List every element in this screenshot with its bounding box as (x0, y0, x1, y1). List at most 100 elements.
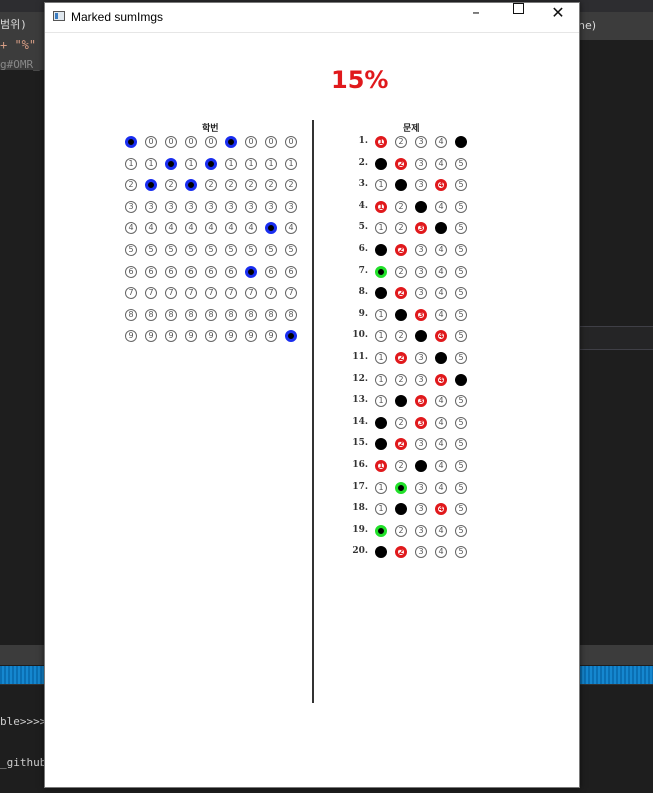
id-bubble: 9 (205, 330, 217, 343)
answer-bubble: 4 (435, 395, 447, 408)
question-number: 3. (358, 179, 368, 190)
answer-bubble-marked (395, 179, 407, 192)
id-bubble: 5 (145, 244, 157, 256)
question-number: 12. (352, 373, 368, 384)
answer-bubble: 5 (455, 200, 467, 213)
id-bubble: 8 (245, 308, 257, 321)
answer-bubble: 3 (415, 373, 427, 386)
answer-bubble: 5 (455, 524, 467, 537)
answer-bubble: 1 (375, 395, 387, 408)
id-bubble: 0 (185, 136, 197, 148)
answer-bubble-key: 1 (375, 136, 387, 148)
answer-bubble-marked (435, 352, 447, 364)
answers-title: 문제 (403, 124, 420, 134)
answer-bubble: 5 (455, 395, 467, 408)
answer-bubble-correct (375, 265, 387, 278)
question-number: 9. (358, 308, 368, 319)
id-bubble: 6 (205, 265, 217, 278)
id-bubble-marked (165, 157, 177, 170)
id-bubble: 6 (285, 265, 297, 278)
id-bubble: 7 (205, 287, 217, 300)
answer-bubble-key: 2 (395, 157, 407, 170)
answer-bubble-key: 4 (435, 179, 447, 192)
id-bubble: 5 (225, 244, 237, 256)
id-bubble: 9 (185, 330, 197, 343)
answer-bubble-marked (395, 503, 407, 516)
editor-panel-separator (578, 326, 653, 350)
maximize-button[interactable] (497, 3, 539, 32)
id-bubble: 5 (245, 244, 257, 256)
answer-bubble: 5 (455, 179, 467, 192)
answer-bubble: 5 (455, 438, 467, 451)
id-bubble-marked (225, 136, 237, 148)
question-number: 1. (358, 136, 368, 146)
close-button[interactable]: ✕ (537, 3, 579, 32)
id-bubble: 1 (225, 157, 237, 170)
id-bubble: 2 (225, 179, 237, 192)
answer-bubble: 5 (455, 222, 467, 235)
id-bubble: 4 (125, 222, 137, 235)
answer-bubble: 2 (395, 330, 407, 343)
id-bubble: 1 (125, 157, 137, 170)
id-bubble: 8 (285, 308, 297, 321)
answer-bubble-marked (375, 244, 387, 256)
answer-bubble: 4 (435, 481, 447, 494)
answer-bubble: 4 (435, 200, 447, 213)
answer-bubble: 5 (455, 244, 467, 256)
id-bubble: 4 (225, 222, 237, 235)
question-number: 8. (358, 287, 368, 298)
answer-bubble: 4 (435, 136, 447, 148)
answer-bubble: 5 (455, 481, 467, 494)
id-bubble: 3 (205, 200, 217, 213)
window-title: Marked sumImgs (71, 10, 164, 24)
id-bubble: 5 (125, 244, 137, 256)
answer-bubble: 1 (375, 308, 387, 321)
id-bubble: 2 (125, 179, 137, 192)
answer-bubble: 3 (415, 287, 427, 300)
id-bubble-marked (245, 265, 257, 278)
id-bubble: 9 (265, 330, 277, 343)
answer-bubble-key: 1 (375, 200, 387, 213)
id-bubble: 6 (145, 265, 157, 278)
answer-bubble: 5 (455, 308, 467, 321)
answer-bubble: 4 (435, 438, 447, 451)
answer-bubble: 4 (435, 244, 447, 256)
answer-bubble-marked (375, 546, 387, 559)
question-number: 10. (352, 330, 368, 341)
question-number: 16. (352, 460, 368, 470)
id-bubble: 0 (145, 136, 157, 148)
id-bubble-marked (205, 157, 217, 170)
id-bubble: 8 (265, 308, 277, 321)
answer-bubble: 3 (415, 136, 427, 148)
id-bubble: 1 (185, 157, 197, 170)
id-bubble: 3 (125, 200, 137, 213)
answer-bubble: 1 (375, 503, 387, 516)
answer-bubble-marked (375, 287, 387, 300)
answer-bubble: 5 (455, 287, 467, 300)
id-bubble: 4 (205, 222, 217, 235)
answer-bubble-key: 3 (415, 222, 427, 235)
id-bubble-marked (125, 136, 137, 148)
id-bubble: 5 (285, 244, 297, 256)
answer-bubble: 3 (415, 524, 427, 537)
marked-sumimgs-window: Marked sumImgs – ✕ 15% 학번 문제 00000001111… (44, 2, 580, 788)
id-bubble: 7 (125, 287, 137, 300)
id-bubble: 9 (225, 330, 237, 343)
answer-bubble-marked (375, 157, 387, 170)
answer-bubble-marked (375, 416, 387, 429)
id-bubble: 6 (185, 265, 197, 278)
editor-code-fragment: + "%" (0, 38, 37, 52)
id-bubble: 1 (285, 157, 297, 170)
window-titlebar[interactable]: Marked sumImgs – ✕ (45, 3, 579, 33)
question-number: 20. (352, 546, 368, 557)
id-bubble: 7 (165, 287, 177, 300)
minimize-button[interactable]: – (455, 3, 497, 32)
answer-bubble: 3 (415, 157, 427, 170)
question-number: 19. (352, 524, 368, 535)
answer-bubble: 5 (455, 352, 467, 364)
id-bubble: 3 (245, 200, 257, 213)
answer-bubble: 4 (435, 308, 447, 321)
id-bubble: 7 (145, 287, 157, 300)
id-bubble: 8 (125, 308, 137, 321)
id-bubble: 3 (145, 200, 157, 213)
